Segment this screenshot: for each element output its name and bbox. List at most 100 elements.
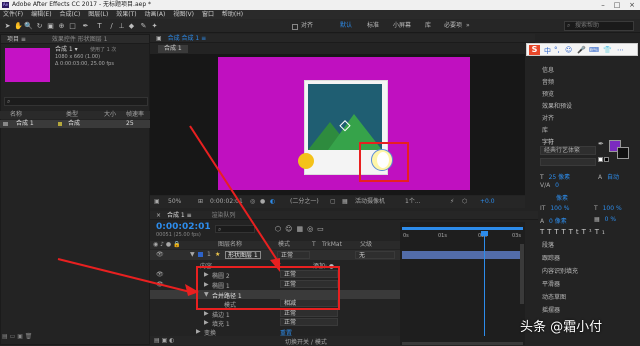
parent-dropdown[interactable]: 无 [355,251,395,259]
menu-file[interactable]: 文件(F) [0,10,26,19]
selection-tool-icon[interactable]: ➤ [4,22,11,30]
menu-effect[interactable]: 效果(T) [113,10,139,19]
expand-arrow-icon[interactable]: ▶ [204,310,209,317]
roi-icon[interactable]: ▢ [330,196,336,208]
delete-icon[interactable]: 🗑 [25,333,33,340]
vertical-scale-value[interactable]: 100 % [550,205,569,212]
menu-help[interactable]: 帮助(H) [219,10,246,19]
tsume-value[interactable]: 0 % [605,216,616,223]
footer-icons[interactable]: ▤ ▣ ◐ [154,337,174,344]
panel-character[interactable]: 字符 [542,137,554,146]
kerning-value[interactable]: 0 [555,182,559,189]
type-tool-icon[interactable]: T [96,22,103,30]
zoom-tool-icon[interactable]: 🔍 [24,22,33,30]
new-folder-icon[interactable]: ▭ [10,333,16,340]
grid-icon[interactable]: ⊞ [198,196,203,208]
eraser-tool-icon[interactable]: ◆ [128,22,135,30]
panel-audio[interactable]: 音频 [542,77,554,86]
brush-tool-icon[interactable]: / [108,22,115,30]
panel-paragraph[interactable]: 段落 [542,240,554,249]
roto-brush-tool-icon[interactable]: ✎ [140,22,147,30]
more-icon[interactable]: ⋯ [617,46,624,54]
panel-motion-sketch[interactable]: 动态草图 [542,292,566,301]
panel-effects-presets[interactable]: 效果和预设 [542,101,572,110]
tab-effect-controls[interactable]: 效果控件 形状图层 1 [52,36,108,43]
stroke-color-swatch[interactable] [617,147,629,159]
resolution-dropdown[interactable]: (二分之一) [290,196,319,208]
microphone-icon[interactable]: 🎤 [577,46,586,54]
timeline-v-scrollbar[interactable] [520,244,524,304]
workspace-default[interactable]: 默认 [340,22,352,30]
align-checkbox[interactable] [292,24,298,30]
menu-animation[interactable]: 动画(A) [142,10,169,19]
panel-preview[interactable]: 预览 [542,89,554,98]
new-composition-icon[interactable]: ▣ [17,333,23,340]
time-ruler[interactable]: 0s 01s 02s 03s [400,232,525,240]
ime-logo[interactable]: S [529,45,540,55]
group-mode-dropdown[interactable]: 正常 [280,309,338,317]
graph-editor-icon[interactable]: ▭ [317,225,328,233]
expand-arrow-icon[interactable]: ▼ [190,251,195,258]
panel-wiggler[interactable]: 摇摆器 [542,305,560,314]
transparency-grid-icon[interactable]: ▦ [342,196,348,208]
timeline-current-time[interactable]: 0:00:02:01 [156,222,211,232]
panel-info[interactable]: 信息 [542,65,554,74]
lock-icon[interactable]: ▣ [156,35,162,42]
col-size[interactable]: 大小 [104,111,116,119]
col-layer-name[interactable]: 图层名称 [218,241,242,249]
motion-blur-icon[interactable]: ◎ [307,225,317,233]
menu-layer[interactable]: 图层(L) [85,10,111,19]
col-mode[interactable]: 模式 [278,241,290,249]
layer-duration-bar[interactable] [402,251,523,259]
composition-subtab[interactable]: 合成 1 [158,45,188,53]
work-area-bar[interactable] [402,227,523,230]
subscript-button[interactable]: T₁ [595,228,608,236]
exposure-value[interactable]: +0.0 [480,196,495,208]
col-t[interactable]: T [312,241,316,249]
layer-label-swatch[interactable] [198,252,203,257]
col-fps[interactable]: 帧速率 [126,111,144,119]
interpret-footage-icon[interactable]: ▤ [2,333,8,340]
maximize-icon[interactable]: □ [610,0,624,10]
all-caps-button[interactable]: TT [554,228,568,236]
group-row-fill1[interactable]: ▶ 填充 1 正常 [150,318,400,328]
black-swatch[interactable] [604,157,609,162]
col-trkmat[interactable]: TrkMat [322,241,342,249]
panel-smoother[interactable]: 平滑器 [542,279,560,288]
superscript-button[interactable]: T¹ [582,228,595,236]
comp-flowchart-icon[interactable]: ⬡ [275,225,285,233]
flowchart-icon[interactable]: ⬡ [462,196,467,208]
rotate-tool-icon[interactable]: ↻ [36,22,43,30]
workspace-more[interactable]: » [466,22,470,30]
always-preview-icon[interactable]: ▣ [154,196,160,208]
eyedropper-icon[interactable]: ✒ [598,140,606,148]
timeline-search-input[interactable]: ⌕ [215,225,255,233]
menu-window[interactable]: 窗口 [199,10,217,19]
label-color-swatch[interactable] [58,122,62,126]
views-dropdown[interactable]: 1个... [405,196,421,208]
visibility-eye-icon[interactable]: 👁 [156,251,164,258]
group-mode-dropdown[interactable]: 正常 [280,318,338,326]
col-parent[interactable]: 父级 [360,241,372,249]
project-row[interactable]: 合成 1 合成 25 [0,120,150,128]
hand-tool-icon[interactable]: ✋ [14,22,23,30]
ime-punctuation[interactable]: °, [554,46,560,54]
panel-content-aware-fill[interactable]: 内容识别填充 [542,266,578,275]
menu-edit[interactable]: 编辑(E) [28,10,54,19]
fast-preview-icon[interactable]: ⚡ [450,196,454,208]
timeline-graph-area[interactable] [400,222,525,345]
panel-libraries[interactable]: 库 [542,125,548,134]
minimize-icon[interactable]: – [596,0,610,10]
col-type[interactable]: 类型 [66,111,78,119]
close-icon[interactable]: × [625,0,639,10]
small-caps-button[interactable]: Tt [569,228,582,236]
tab-composition[interactable]: 合成 合成 1 ≡ [168,35,207,42]
keyboard-icon[interactable]: ⌨ [589,46,599,54]
color-channel-icon[interactable]: ◐ [270,196,275,208]
pan-behind-tool-icon[interactable]: ⊕ [58,22,65,30]
clone-stamp-tool-icon[interactable]: ⊥ [118,22,125,30]
tab-timeline-comp[interactable]: 合成 1 ≡ [167,212,192,219]
playhead-handle[interactable] [481,231,488,236]
layer-name[interactable]: 形状图层 1 [225,251,261,259]
leading-value[interactable]: 自动 [607,174,619,181]
